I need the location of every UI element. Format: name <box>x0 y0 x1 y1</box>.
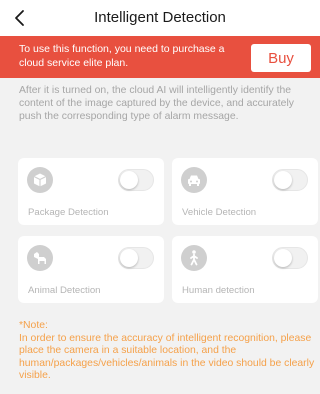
package-detection-card: Package Detection <box>18 158 164 225</box>
animal-detection-label: Animal Detection <box>28 285 101 296</box>
banner-message: To use this function, you need to purcha… <box>19 43 225 69</box>
buy-button[interactable]: Buy <box>251 44 311 72</box>
dog-icon <box>27 245 53 271</box>
animal-detection-toggle[interactable] <box>118 247 154 269</box>
vehicle-detection-toggle[interactable] <box>272 169 308 191</box>
vehicle-detection-card: Vehicle Detection <box>172 158 318 225</box>
package-icon <box>27 167 53 193</box>
note-text: In order to ensure the accuracy of intel… <box>19 332 315 382</box>
human-detection-toggle[interactable] <box>272 247 308 269</box>
page-title: Intelligent Detection <box>94 9 226 26</box>
human-detection-card: Human detection <box>172 236 318 303</box>
car-icon <box>181 167 207 193</box>
person-walking-icon <box>181 245 207 271</box>
package-detection-toggle[interactable] <box>118 169 154 191</box>
package-detection-label: Package Detection <box>28 207 109 218</box>
note-block: *Note: In order to ensure the accuracy o… <box>19 320 315 383</box>
human-detection-label: Human detection <box>182 285 255 296</box>
header-bar: Intelligent Detection <box>0 0 320 36</box>
note-title: *Note: <box>19 320 48 331</box>
animal-detection-card: Animal Detection <box>18 236 164 303</box>
feature-description: After it is turned on, the cloud AI will… <box>19 85 294 123</box>
vehicle-detection-label: Vehicle Detection <box>182 207 257 218</box>
